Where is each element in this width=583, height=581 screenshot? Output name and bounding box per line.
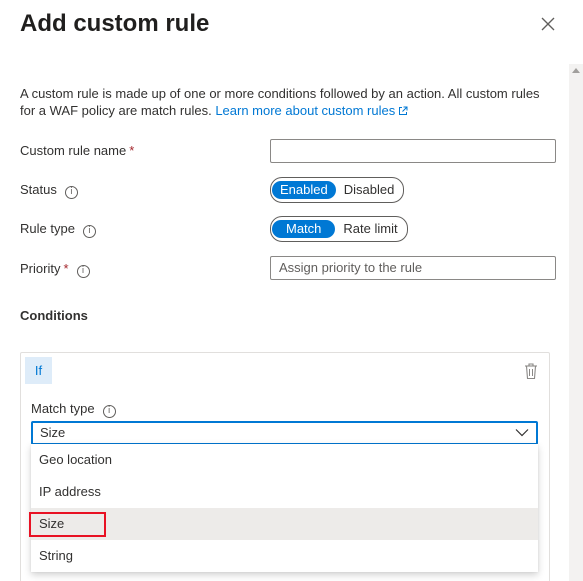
rule-type-match-option[interactable]: Match — [272, 220, 336, 238]
status-disabled-option[interactable]: Disabled — [336, 181, 403, 199]
if-badge: If — [25, 357, 52, 384]
custom-rule-name-input[interactable] — [270, 139, 556, 163]
required-asterisk: * — [63, 261, 69, 276]
dropdown-option-label: String — [39, 548, 73, 563]
dropdown-option-label: IP address — [39, 484, 101, 499]
match-type-label-text: Match type — [31, 401, 95, 416]
trash-icon[interactable] — [523, 362, 539, 380]
status-toggle[interactable]: Enabled Disabled — [270, 177, 405, 203]
dropdown-option-size[interactable]: Size — [31, 508, 538, 540]
match-type-selected-value: Size — [40, 425, 66, 440]
custom-rule-name-label: Custom rule name * — [20, 142, 134, 160]
vertical-scrollbar[interactable] — [569, 64, 583, 581]
dropdown-option-ip-address[interactable]: IP address — [31, 476, 538, 508]
status-label: Status i — [20, 181, 78, 199]
info-icon[interactable]: i — [64, 186, 78, 199]
required-asterisk: * — [129, 143, 135, 158]
scroll-up-icon[interactable] — [572, 68, 580, 73]
conditions-heading: Conditions — [20, 308, 88, 323]
dropdown-option-string[interactable]: String — [31, 540, 538, 572]
rule-type-label: Rule type i — [20, 220, 96, 238]
description: A custom rule is made up of one or more … — [20, 85, 548, 119]
priority-input[interactable] — [270, 256, 556, 280]
priority-label: Priority * i — [20, 260, 90, 278]
dropdown-option-label: Geo location — [39, 452, 112, 467]
custom-rule-name-label-text: Custom rule name — [20, 143, 127, 158]
learn-more-link[interactable]: Learn more about custom rules — [215, 103, 408, 118]
status-enabled-option[interactable]: Enabled — [272, 181, 336, 199]
rule-type-toggle[interactable]: Match Rate limit — [270, 216, 408, 242]
info-icon[interactable]: i — [102, 405, 116, 418]
learn-more-link-text: Learn more about custom rules — [215, 103, 396, 118]
info-icon[interactable]: i — [76, 265, 90, 278]
external-link-icon — [399, 106, 408, 115]
add-custom-rule-panel: Add custom rule A custom rule is made up… — [0, 0, 583, 581]
priority-label-text: Priority — [20, 261, 61, 276]
rule-type-label-text: Rule type — [20, 221, 75, 236]
status-label-text: Status — [20, 182, 57, 197]
info-icon[interactable]: i — [82, 225, 96, 238]
chevron-down-icon — [515, 429, 529, 437]
dropdown-option-geo-location[interactable]: Geo location — [31, 444, 538, 476]
dropdown-option-label: Size — [39, 516, 65, 531]
match-type-label: Match type i — [31, 400, 116, 418]
panel-title: Add custom rule — [20, 10, 210, 37]
rule-type-rate-limit-option[interactable]: Rate limit — [335, 220, 405, 238]
match-type-select[interactable]: Size — [31, 421, 538, 445]
match-type-dropdown: Geo location IP address Size String — [31, 444, 538, 572]
close-icon[interactable] — [538, 14, 558, 34]
